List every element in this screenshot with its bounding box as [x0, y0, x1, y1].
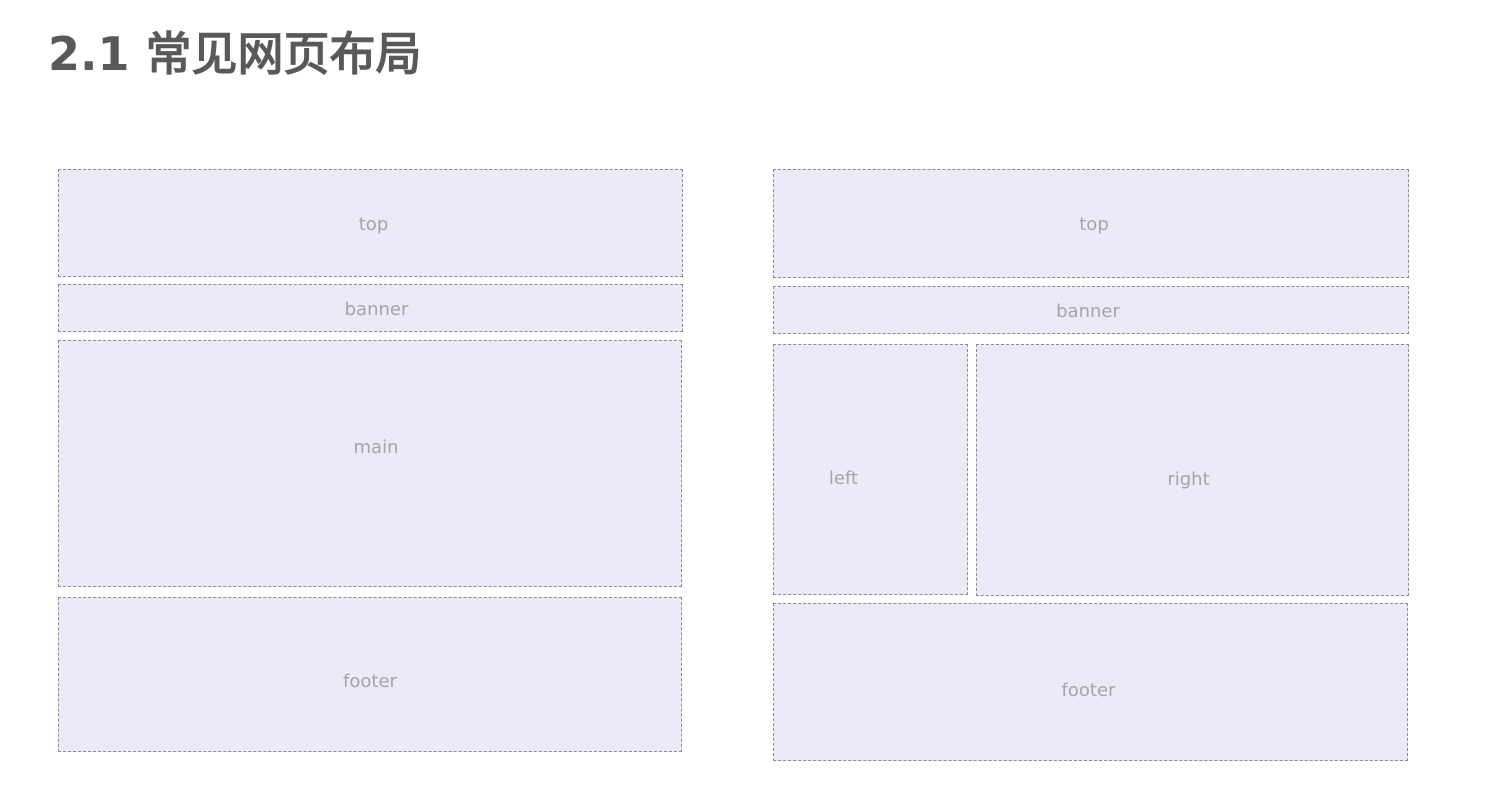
layout-b-banner-block: banner: [773, 286, 1409, 334]
layout-b-left-block: left: [773, 344, 968, 595]
layout-a-footer-block: footer: [58, 597, 682, 752]
layout-b-top-block: top: [773, 169, 1409, 278]
layout-b-top-label: top: [1079, 214, 1109, 235]
layout-b-right-label: right: [1167, 468, 1210, 490]
layout-b-left-label: left: [828, 468, 859, 489]
layout-b-banner-label: banner: [1056, 300, 1120, 322]
layout-a-banner-block: banner: [58, 284, 683, 332]
layout-a-main-label: main: [353, 437, 399, 458]
layout-b-footer-block: footer: [773, 603, 1408, 761]
layout-b-footer-label: footer: [1061, 679, 1116, 701]
layout-b-right-block: right: [976, 344, 1409, 596]
layout-a-main-block: main: [58, 340, 682, 587]
layout-a-top-label: top: [358, 213, 389, 235]
layout-a-top-block: top: [58, 169, 683, 277]
layout-a-banner-label: banner: [344, 298, 409, 320]
page-title: 2.1 常见网页布局: [48, 27, 422, 81]
layout-a-footer-label: footer: [343, 671, 397, 692]
